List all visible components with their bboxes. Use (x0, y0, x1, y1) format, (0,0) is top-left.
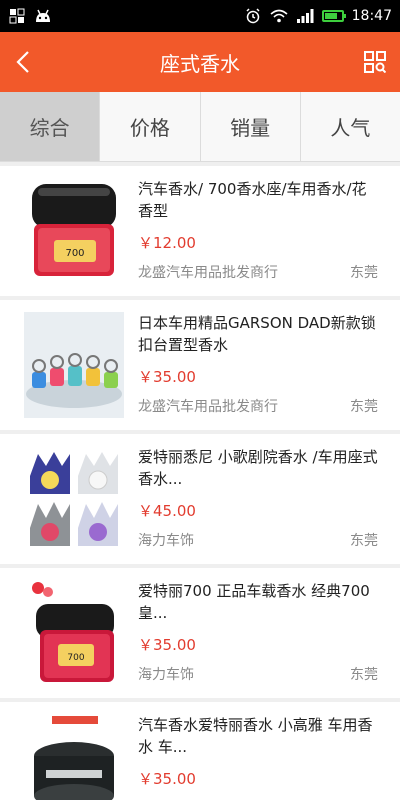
svg-text:700: 700 (65, 248, 84, 259)
product-name: 日本车用精品GARSON DAD新款锁扣台置型香水 (138, 314, 376, 354)
tab-comprehensive[interactable]: 综合 (0, 92, 101, 161)
product-thumbnail: 700 (24, 178, 124, 284)
sort-tabs: 综合 价格 销量 人气 (0, 92, 400, 162)
product-price: ￥35.00 (138, 368, 196, 386)
product-price: ￥35.00 (138, 636, 196, 654)
page-title: 座式香水 (160, 51, 240, 76)
product-name: 汽车香水/ 700香水座/车用香水/花香型 (138, 180, 367, 220)
shop-name: 海力车饰 (138, 667, 194, 683)
shop-name: 海力车饰 (138, 533, 194, 549)
svg-text:700: 700 (67, 653, 84, 663)
qr-scan-button[interactable] (350, 32, 400, 92)
wifi-icon (270, 8, 288, 24)
app-header: 座式香水 (0, 32, 400, 92)
status-bar: 18:47 (0, 0, 400, 32)
product-thumbnail (24, 312, 124, 418)
product-thumbnail (24, 714, 124, 800)
android-notification-icon (34, 8, 52, 24)
shop-name: 龙盛汽车用品批发商行 (138, 265, 278, 281)
product-price: ￥35.00 (138, 770, 196, 788)
status-time: 18:47 (351, 8, 392, 24)
shop-location: 东莞 (350, 399, 378, 415)
tab-sales[interactable]: 销量 (201, 92, 301, 161)
product-price: ￥12.00 (138, 234, 196, 252)
product-item[interactable]: 日本车用精品GARSON DAD新款锁扣台置型香水 ￥35.00 龙盛汽车用品批… (0, 300, 400, 430)
shop-name: 龙盛汽车用品批发商行 (138, 399, 278, 415)
product-list: 700 汽车香水/ 700香水座/车用香水/花香型 ￥12.00 龙盛汽车用品批… (0, 162, 400, 800)
tab-popularity[interactable]: 人气 (301, 92, 400, 161)
product-item[interactable]: 700 爱特丽700 正品车载香水 经典700皇... ￥35.00 海力车饰 … (0, 568, 400, 698)
product-thumbnail: 700 (24, 580, 124, 686)
shop-location: 东莞 (350, 265, 378, 281)
product-name: 爱特丽700 正品车载香水 经典700皇... (138, 582, 370, 622)
product-price: ￥45.00 (138, 502, 196, 520)
shop-location: 东莞 (350, 667, 378, 683)
product-item[interactable]: 700 汽车香水/ 700香水座/车用香水/花香型 ￥12.00 龙盛汽车用品批… (0, 166, 400, 296)
product-thumbnail (24, 446, 124, 552)
product-name: 爱特丽悉尼 小歌剧院香水 /车用座式香水... (138, 448, 378, 488)
product-name: 汽车香水爱特丽香水 小高雅 车用香水 车... (138, 716, 373, 756)
qr-scan-icon (364, 51, 386, 73)
back-button[interactable] (0, 32, 46, 92)
battery-icon (321, 10, 346, 22)
shop-location: 东莞 (350, 533, 378, 549)
product-item[interactable]: 汽车香水爱特丽香水 小高雅 车用香水 车... ￥35.00 (0, 702, 400, 800)
product-item[interactable]: 爱特丽悉尼 小歌剧院香水 /车用座式香水... ￥45.00 海力车饰 东莞 (0, 434, 400, 564)
tab-price[interactable]: 价格 (100, 92, 201, 161)
alarm-icon (244, 8, 262, 24)
gallery-notification-icon (8, 8, 26, 24)
chevron-left-icon (16, 51, 29, 73)
signal-icon (296, 8, 314, 24)
